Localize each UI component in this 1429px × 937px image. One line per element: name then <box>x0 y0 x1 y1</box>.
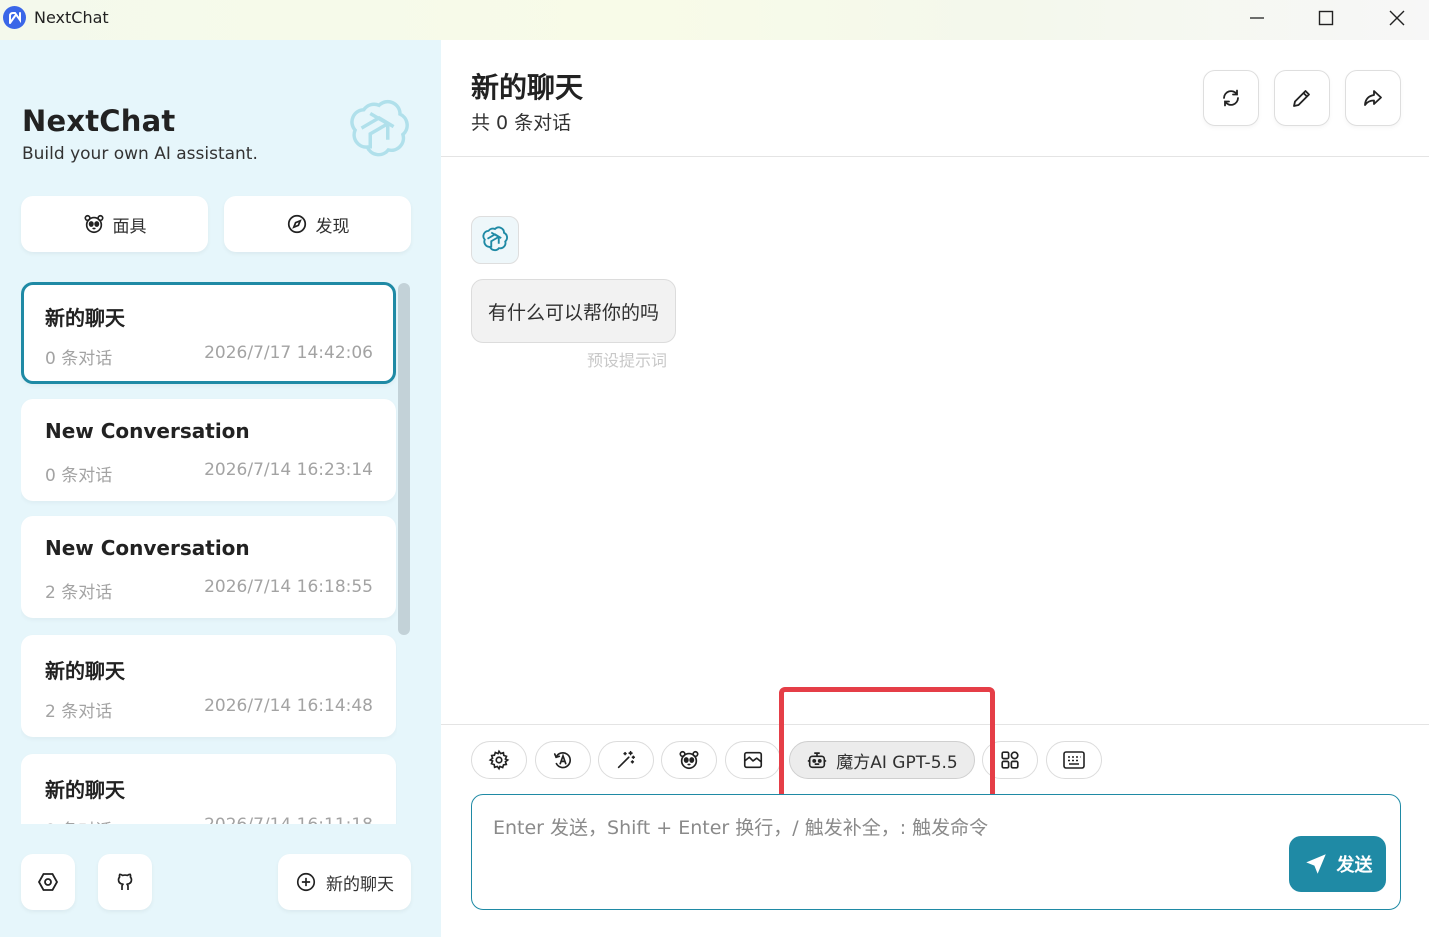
new-chat-button[interactable]: 新的聊天 <box>278 854 411 910</box>
maximize-button[interactable] <box>1291 0 1361 36</box>
settings-hex-icon <box>37 873 59 891</box>
close-icon <box>1389 10 1405 26</box>
send-button-label: 发送 <box>1336 855 1373 876</box>
chat-item-title: New Conversation <box>45 419 250 443</box>
input-area-divider <box>441 724 1429 725</box>
model-select-label: 魔方AI GPT-5.5 <box>836 752 958 773</box>
chat-item-time: 2026/7/14 16:14:48 <box>204 696 373 716</box>
chat-list-scrollbar[interactable] <box>398 283 410 635</box>
window-title-bar: NextChat <box>0 0 1429 40</box>
add-circle-icon <box>296 872 316 892</box>
refresh-title-button[interactable] <box>1203 70 1259 126</box>
brand-subtitle: Build your own AI assistant. <box>22 144 258 164</box>
auto-theme-icon <box>553 752 571 769</box>
minimize-button[interactable] <box>1222 0 1292 36</box>
chat-settings-button[interactable] <box>471 741 527 779</box>
auto-theme-button[interactable] <box>535 741 591 779</box>
mask-select-button[interactable] <box>661 741 717 779</box>
preset-prompt-hint: 预设提示词 <box>587 351 668 370</box>
robot-icon <box>808 752 827 769</box>
magic-wand-icon <box>617 750 636 769</box>
keyboard-icon <box>1063 751 1085 769</box>
clear-context-button[interactable] <box>725 741 781 779</box>
bot-message-text: 有什么可以帮你的吗 <box>488 301 660 324</box>
pencil-icon <box>1293 90 1310 107</box>
shortcut-keys-button[interactable] <box>1046 741 1102 779</box>
chat-item-time: 2026/7/14 16:11:18 <box>204 815 373 824</box>
send-button[interactable]: 发送 <box>1289 836 1386 892</box>
chat-message-count: 共 0 条对话 <box>471 112 572 134</box>
openai-logo-icon <box>482 226 508 252</box>
chat-item-time: 2026/7/14 16:23:14 <box>204 460 373 480</box>
github-button[interactable] <box>98 854 152 910</box>
compass-icon <box>287 214 306 234</box>
refresh-icon <box>1223 89 1239 107</box>
break-context-icon <box>743 751 763 769</box>
discover-button-label: 发现 <box>315 216 350 237</box>
chat-item-count: 2 条对话 <box>45 583 113 603</box>
model-select-button[interactable]: 魔方AI GPT-5.5 <box>789 741 975 779</box>
chat-list-item[interactable]: New Conversation 0 条对话 2026/7/14 16:23:1… <box>21 399 396 501</box>
chat-item-count: 2 条对话 <box>45 702 113 722</box>
chat-list-item[interactable]: 新的聊天 2 条对话 2026/7/14 16:14:48 <box>21 635 396 737</box>
maximize-icon <box>1318 10 1334 26</box>
chat-list-item[interactable]: 新的聊天 0 条对话 2026/7/17 14:42:06 <box>21 282 396 384</box>
chat-item-title: New Conversation <box>45 536 250 560</box>
nextchat-app-icon <box>3 6 26 29</box>
new-chat-button-label: 新的聊天 <box>326 874 394 895</box>
bot-message-bubble: 有什么可以帮你的吗 <box>471 279 677 343</box>
gear-icon <box>488 749 510 771</box>
prompt-button[interactable] <box>598 741 654 779</box>
chat-item-count: 0 条对话 <box>45 816 112 824</box>
grid-apps-icon <box>1001 751 1019 769</box>
chat-item-count: 0 条对话 <box>45 349 113 369</box>
window-title: NextChat <box>34 8 109 27</box>
send-icon <box>1305 854 1326 874</box>
mask-button-label: 面具 <box>112 216 147 237</box>
chat-main-panel: 新的聊天 共 0 条对话 有什么可以帮你的吗 预设提示词 魔方AI GPT-5.… <box>441 40 1429 937</box>
mask-button[interactable]: 面具 <box>21 196 208 252</box>
chat-input[interactable] <box>471 794 1401 910</box>
openai-logo-icon <box>344 96 414 166</box>
chat-item-time: 2026/7/17 14:42:06 <box>204 343 373 363</box>
github-icon <box>117 873 133 890</box>
chat-item-title: 新的聊天 <box>45 306 125 330</box>
panda-mask-icon <box>679 750 699 770</box>
chat-title[interactable]: 新的聊天 <box>471 66 583 106</box>
share-icon <box>1364 90 1382 106</box>
bot-avatar <box>471 216 519 264</box>
chat-item-title: 新的聊天 <box>45 778 125 802</box>
chat-list-item[interactable]: New Conversation 2 条对话 2026/7/14 16:18:5… <box>21 516 396 618</box>
chat-list: 新的聊天 0 条对话 2026/7/17 14:42:06 New Conver… <box>21 282 397 824</box>
minimize-icon <box>1250 17 1264 19</box>
chat-item-time: 2026/7/14 16:18:55 <box>204 577 373 597</box>
edit-chat-button[interactable] <box>1274 70 1330 126</box>
chat-item-count: 0 条对话 <box>45 466 113 486</box>
settings-button[interactable] <box>21 854 75 910</box>
share-chat-button[interactable] <box>1345 70 1401 126</box>
chat-item-title: 新的聊天 <box>45 659 125 683</box>
panda-mask-icon <box>83 214 104 234</box>
close-button[interactable] <box>1362 0 1429 36</box>
brand-title: NextChat <box>22 104 176 138</box>
chat-list-item[interactable]: 新的聊天 0 条对话 2026/7/14 16:11:18 <box>21 754 396 824</box>
discover-button[interactable]: 发现 <box>224 196 411 252</box>
plugin-button[interactable] <box>982 741 1038 779</box>
header-divider <box>441 156 1429 157</box>
sidebar: NextChat Build your own AI assistant. 面具… <box>0 40 441 937</box>
